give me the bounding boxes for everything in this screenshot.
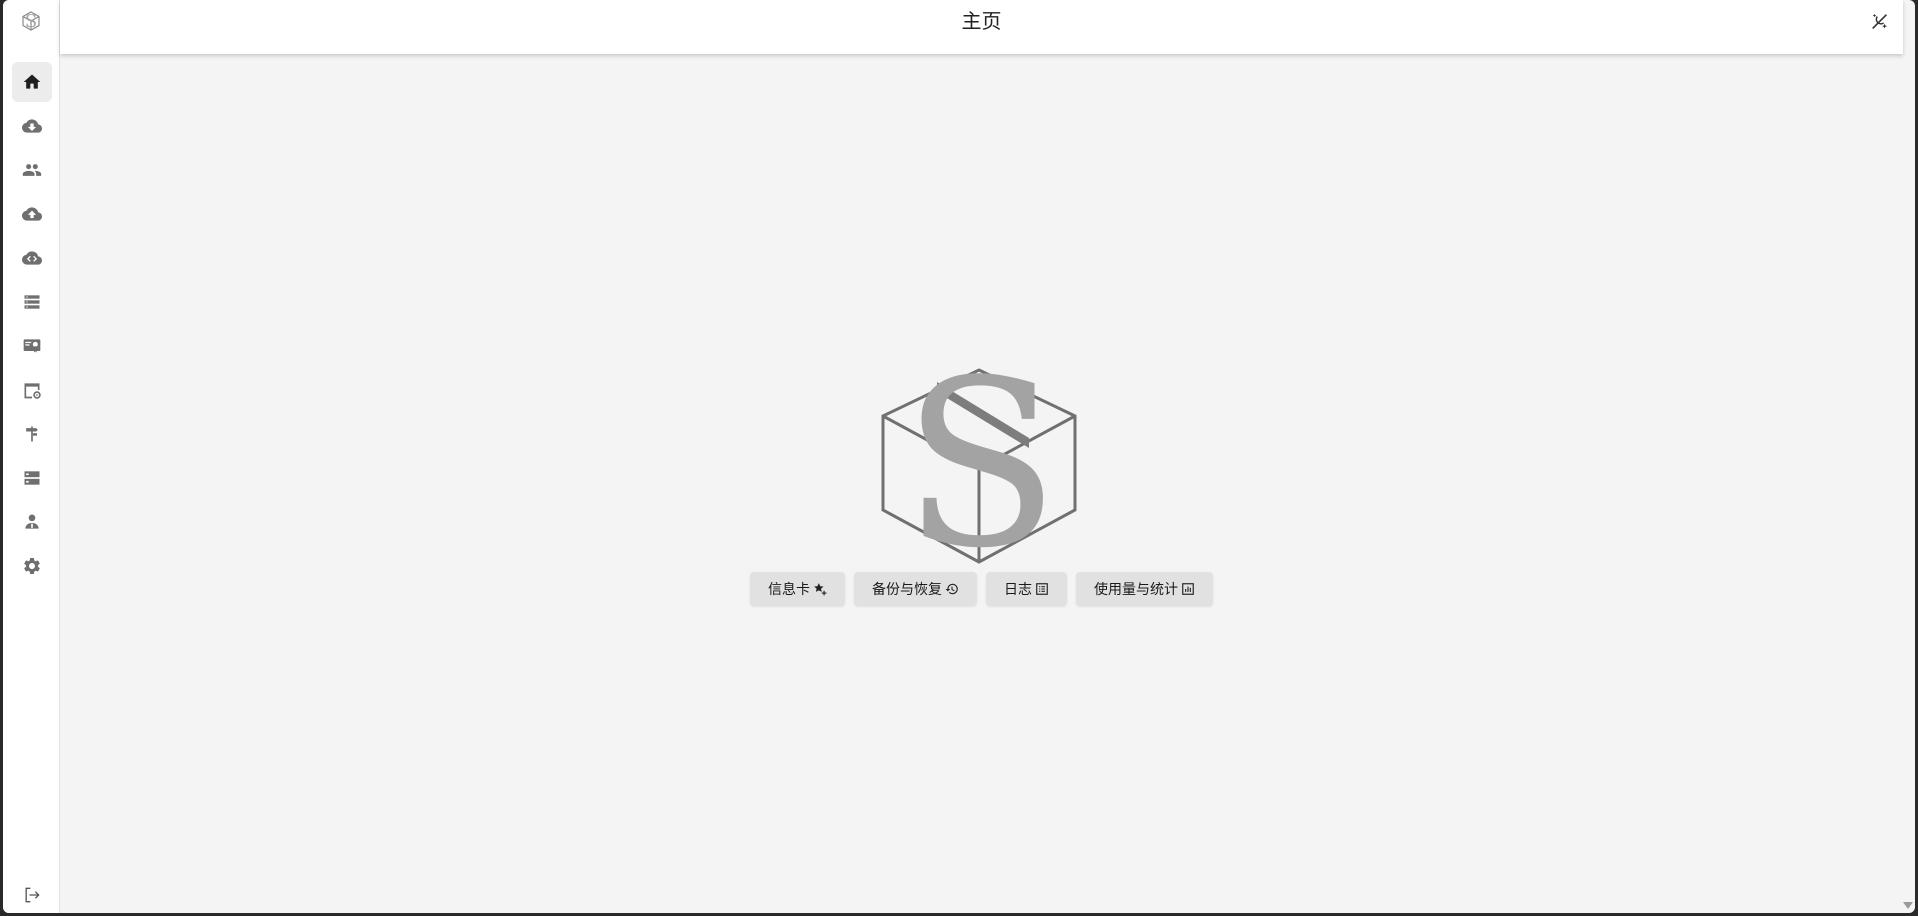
sbox-large-logo: S [881,352,1077,568]
logout-icon [25,887,40,903]
backup-restore-label: 备份与恢复 [872,581,942,597]
svg-text:S: S [25,11,37,32]
browser-settings-icon [24,383,41,399]
sidebar-item-cloud-code[interactable] [12,238,52,278]
log-list-icon [1036,583,1048,595]
sidebar-item-routing[interactable] [12,414,52,454]
theme-toggle-button[interactable] [1867,9,1893,35]
logs-label: 日志 [1004,581,1032,597]
sbox-logo-icon[interactable]: S [18,8,44,34]
server-icon [24,471,40,485]
sidebar-item-servers[interactable] [12,458,52,498]
backup-restore-button[interactable]: 备份与恢复 [854,572,977,606]
home-icon [23,74,41,89]
cloud-code-icon [22,251,42,265]
usage-stats-label: 使用量与统计 [1094,581,1178,597]
sidebar-item-home[interactable] [12,62,52,102]
sidebar-item-web-settings[interactable] [12,370,52,410]
certificate-icon [23,339,41,353]
gear-icon [24,558,40,574]
admin-user-icon [25,514,39,529]
sidebar-item-admin[interactable] [12,502,52,542]
info-card-button[interactable]: 信息卡 [750,572,845,606]
list-icon [24,295,40,309]
logs-button[interactable]: 日志 [986,572,1067,606]
star-plus-icon [814,583,827,596]
top-bar: 主页 [60,0,1903,54]
sidebar-item-certificate[interactable] [12,326,52,366]
sidebar-item-upload[interactable] [12,194,52,234]
usage-stats-button[interactable]: 使用量与统计 [1076,572,1213,606]
users-icon [22,164,42,176]
theme-toggle-icon [1872,13,1888,30]
restore-icon [945,583,958,595]
sidebar: S [3,0,60,913]
info-card-label: 信息卡 [768,581,810,597]
page-title: 主页 [961,11,1002,33]
logout-button[interactable] [12,875,52,913]
sidebar-item-users[interactable] [12,150,52,190]
sidebar-item-settings[interactable] [12,546,52,586]
cloud-upload-icon [22,207,42,221]
signpost-icon [26,426,38,442]
chart-box-icon [1182,583,1194,595]
cloud-download-icon [22,119,42,133]
svg-text:S: S [902,352,1060,568]
sidebar-item-download[interactable] [12,106,52,146]
scroll-down-arrow[interactable] [1903,902,1913,909]
sidebar-item-list[interactable] [12,282,52,322]
action-buttons: 信息卡 备份与恢复 日志 使用量与统计 [750,572,1213,606]
app-window: S 主页 S 信息卡 备份与恢复 日志 使用量与统计 [3,0,1915,913]
